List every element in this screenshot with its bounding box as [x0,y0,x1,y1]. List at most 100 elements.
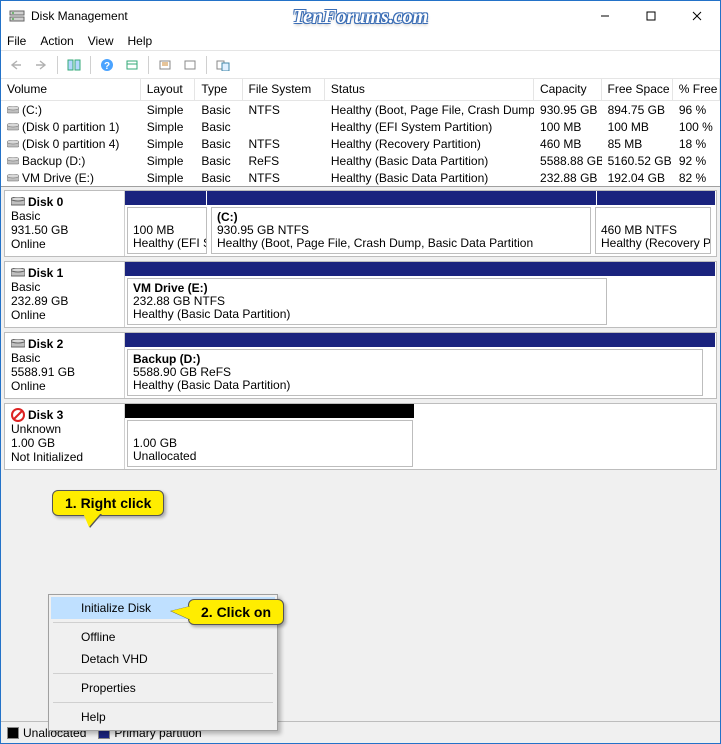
volume-name: (Disk 0 partition 4) [1,137,141,151]
volume-row[interactable]: (C:)SimpleBasicNTFSHealthy (Boot, Page F… [1,101,720,118]
partition-cell[interactable]: 100 MBHealthy (EFI Syste [127,207,207,254]
volume-name: VM Drive (E:) [1,171,141,185]
menu-file[interactable]: File [7,34,26,48]
maximize-button[interactable] [628,1,674,31]
disk-type: Unknown [11,422,118,436]
disk-name: Disk 0 [28,195,63,209]
refresh-button[interactable] [121,54,143,76]
volume-type: Basic [195,120,242,134]
disk-row-3[interactable]: Disk 3 Unknown 1.00 GB Not Initialized 1… [4,403,717,470]
disk-type: Basic [11,280,118,294]
partition-status: Healthy (Basic Data Partition) [133,308,601,321]
volume-name: (Disk 0 partition 1) [1,120,141,134]
volume-free: 192.04 GB [602,171,673,185]
callout-right-click: 1. Right click [52,490,164,516]
disk-type: Basic [11,351,118,365]
disk-state: Online [11,237,118,251]
menu-help[interactable]: Help [51,706,275,728]
disk-row-1[interactable]: Disk 1Basic232.89 GBOnlineVM Drive (E:)2… [4,261,717,328]
list-button[interactable] [179,54,201,76]
settings-button[interactable] [154,54,176,76]
partition-cell[interactable]: (C:)930.95 GB NTFSHealthy (Boot, Page Fi… [211,207,591,254]
disk-icon [11,268,25,278]
volume-type: Basic [195,103,242,117]
col-pct[interactable]: % Free [673,79,720,100]
volume-pct: 18 % [673,137,720,151]
disk-type: Basic [11,209,118,223]
volume-rows: (C:)SimpleBasicNTFSHealthy (Boot, Page F… [1,101,720,186]
volume-name: (C:) [1,103,141,117]
volume-capacity: 5588.88 GB [534,154,602,168]
col-status[interactable]: Status [325,79,534,100]
volume-free: 894.75 GB [602,103,673,117]
volume-status: Healthy (Basic Data Partition) [325,171,534,185]
column-headers: Volume Layout Type File System Status Ca… [1,79,720,101]
volume-pct: 92 % [673,154,720,168]
col-free[interactable]: Free Space [602,79,673,100]
volume-row[interactable]: (Disk 0 partition 4)SimpleBasicNTFSHealt… [1,135,720,152]
partition-status: Healthy (Basic Data Partition) [133,379,697,392]
partition-cell[interactable]: Backup (D:)5588.90 GB ReFSHealthy (Basic… [127,349,703,396]
menu-separator [53,702,273,703]
volume-capacity: 100 MB [534,120,602,134]
volume-status: Healthy (Boot, Page File, Crash Dump, ..… [325,103,534,117]
col-capacity[interactable]: Capacity [534,79,602,100]
menu-offline[interactable]: Offline [51,626,275,648]
properties-button[interactable] [212,54,234,76]
partition-cell[interactable]: 460 MB NTFSHealthy (Recovery Partit [595,207,711,254]
partition-unallocated[interactable]: 1.00 GB Unallocated [127,420,413,467]
col-filesystem[interactable]: File System [243,79,325,100]
app-icon [9,8,25,24]
uninit-disk-icon [11,408,25,422]
menu-action[interactable]: Action [40,34,73,48]
disk-state: Online [11,379,118,393]
disk-row-0[interactable]: Disk 0Basic931.50 GBOnline 100 MBHealthy… [4,190,717,257]
volume-row[interactable]: (Disk 0 partition 1)SimpleBasicHealthy (… [1,118,720,135]
volume-row[interactable]: Backup (D:)SimpleBasicReFSHealthy (Basic… [1,152,720,169]
disk-row-2[interactable]: Disk 2Basic5588.91 GBOnline Backup (D:)55… [4,332,717,399]
volume-row[interactable]: VM Drive (E:)SimpleBasicNTFSHealthy (Bas… [1,169,720,186]
volume-name: Backup (D:) [1,154,141,168]
menu-detach-vhd[interactable]: Detach VHD [51,648,275,670]
volume-fs: NTFS [243,137,325,151]
disk-size: 931.50 GB [11,223,118,237]
svg-text:?: ? [104,61,110,72]
minimize-button[interactable] [582,1,628,31]
volume-status: Healthy (EFI System Partition) [325,120,534,134]
volume-pct: 82 % [673,171,720,185]
partition-status: Healthy (EFI Syste [133,237,201,250]
toolbar-separator [90,56,91,74]
col-type[interactable]: Type [195,79,242,100]
partition-cell[interactable]: VM Drive (E:)232.88 GB NTFSHealthy (Basi… [127,278,607,325]
menu-properties[interactable]: Properties [51,677,275,699]
volume-status: Healthy (Recovery Partition) [325,137,534,151]
show-hide-button[interactable] [63,54,85,76]
col-volume[interactable]: Volume [1,79,141,100]
menu-help[interactable]: Help [128,34,153,48]
volume-type: Basic [195,154,242,168]
callout-click-on: 2. Click on [188,599,284,625]
volume-pct: 100 % [673,120,720,134]
disk-info: Disk 3 Unknown 1.00 GB Not Initialized [5,404,125,469]
volume-type: Basic [195,171,242,185]
volume-pct: 96 % [673,103,720,117]
volume-capacity: 232.88 GB [534,171,602,185]
disk-icon [11,197,25,207]
volume-capacity: 460 MB [534,137,602,151]
help-button[interactable]: ? [96,54,118,76]
disk-size: 5588.91 GB [11,365,118,379]
col-layout[interactable]: Layout [141,79,196,100]
disk-info: Disk 0Basic931.50 GBOnline [5,191,125,256]
volume-type: Basic [195,137,242,151]
menu-view[interactable]: View [88,34,114,48]
back-button [5,54,27,76]
partition-status: Healthy (Recovery Partit [601,237,705,250]
partition-status: Unallocated [133,450,407,463]
disk-name: Disk 2 [28,337,63,351]
legend-swatch-unallocated [7,727,19,739]
close-button[interactable] [674,1,720,31]
disk-name: Disk 3 [28,408,63,422]
disk-icon [11,339,25,349]
volume-status: Healthy (Basic Data Partition) [325,154,534,168]
disk-size: 232.89 GB [11,294,118,308]
